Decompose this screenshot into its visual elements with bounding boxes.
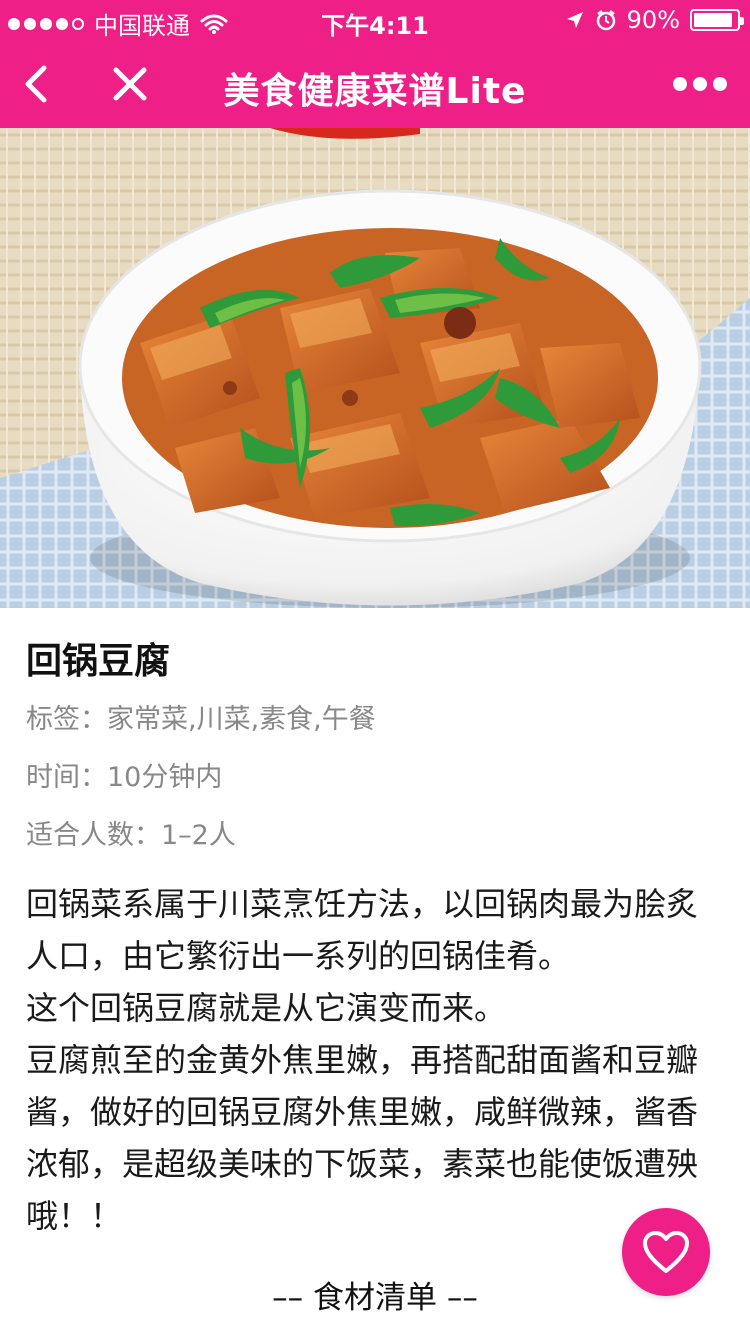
location-arrow-icon — [566, 12, 583, 28]
heart-icon — [643, 1231, 689, 1273]
recipe-photo — [0, 128, 750, 608]
favorite-button[interactable] — [622, 1208, 710, 1296]
more-dots-icon — [673, 77, 727, 91]
recipe-time: 时间：10分钟内 — [26, 762, 223, 793]
more-button[interactable] — [670, 60, 730, 108]
recipe-content: 回锅豆腐 标签：家常菜,川菜,素食,午餐 时间：10分钟内 适合人数：1–2人 … — [26, 608, 726, 1242]
recipe-tags: 标签：家常菜,川菜,素食,午餐 — [26, 704, 376, 735]
page-title: 美食健康菜谱Lite — [223, 71, 527, 112]
description-paragraph: 回锅菜系属于川菜烹饪方法，以回锅肉最为脍炙人口，由它繁衍出一系列的回锅佳肴。 — [26, 885, 699, 975]
status-bar: 中国联通 下午4:11 90% — [0, 0, 750, 40]
battery-percent: 90% — [626, 6, 680, 34]
navigation-bar: 美食健康菜谱Lite — [0, 40, 750, 128]
description-paragraph: 豆腐煎至的金黄外焦里嫩，再搭配甜面酱和豆瓣酱，做好的回锅豆腐外焦里嫩，咸鲜微辣，… — [26, 1041, 699, 1235]
system-indicators: 90% — [565, 6, 744, 34]
battery-fill — [694, 13, 732, 27]
alarm-clock-icon — [596, 10, 615, 31]
description-paragraph: 这个回锅豆腐就是从它演变而来。 — [26, 989, 507, 1027]
dish-illustration — [0, 128, 750, 608]
recipe-servings: 适合人数：1–2人 — [26, 820, 236, 851]
battery-icon — [690, 9, 744, 31]
recipe-description: 回锅菜系属于川菜烹饪方法，以回锅肉最为脍炙人口，由它繁衍出一系列的回锅佳肴。 这… — [26, 878, 726, 1242]
recipe-title: 回锅豆腐 — [26, 641, 171, 682]
